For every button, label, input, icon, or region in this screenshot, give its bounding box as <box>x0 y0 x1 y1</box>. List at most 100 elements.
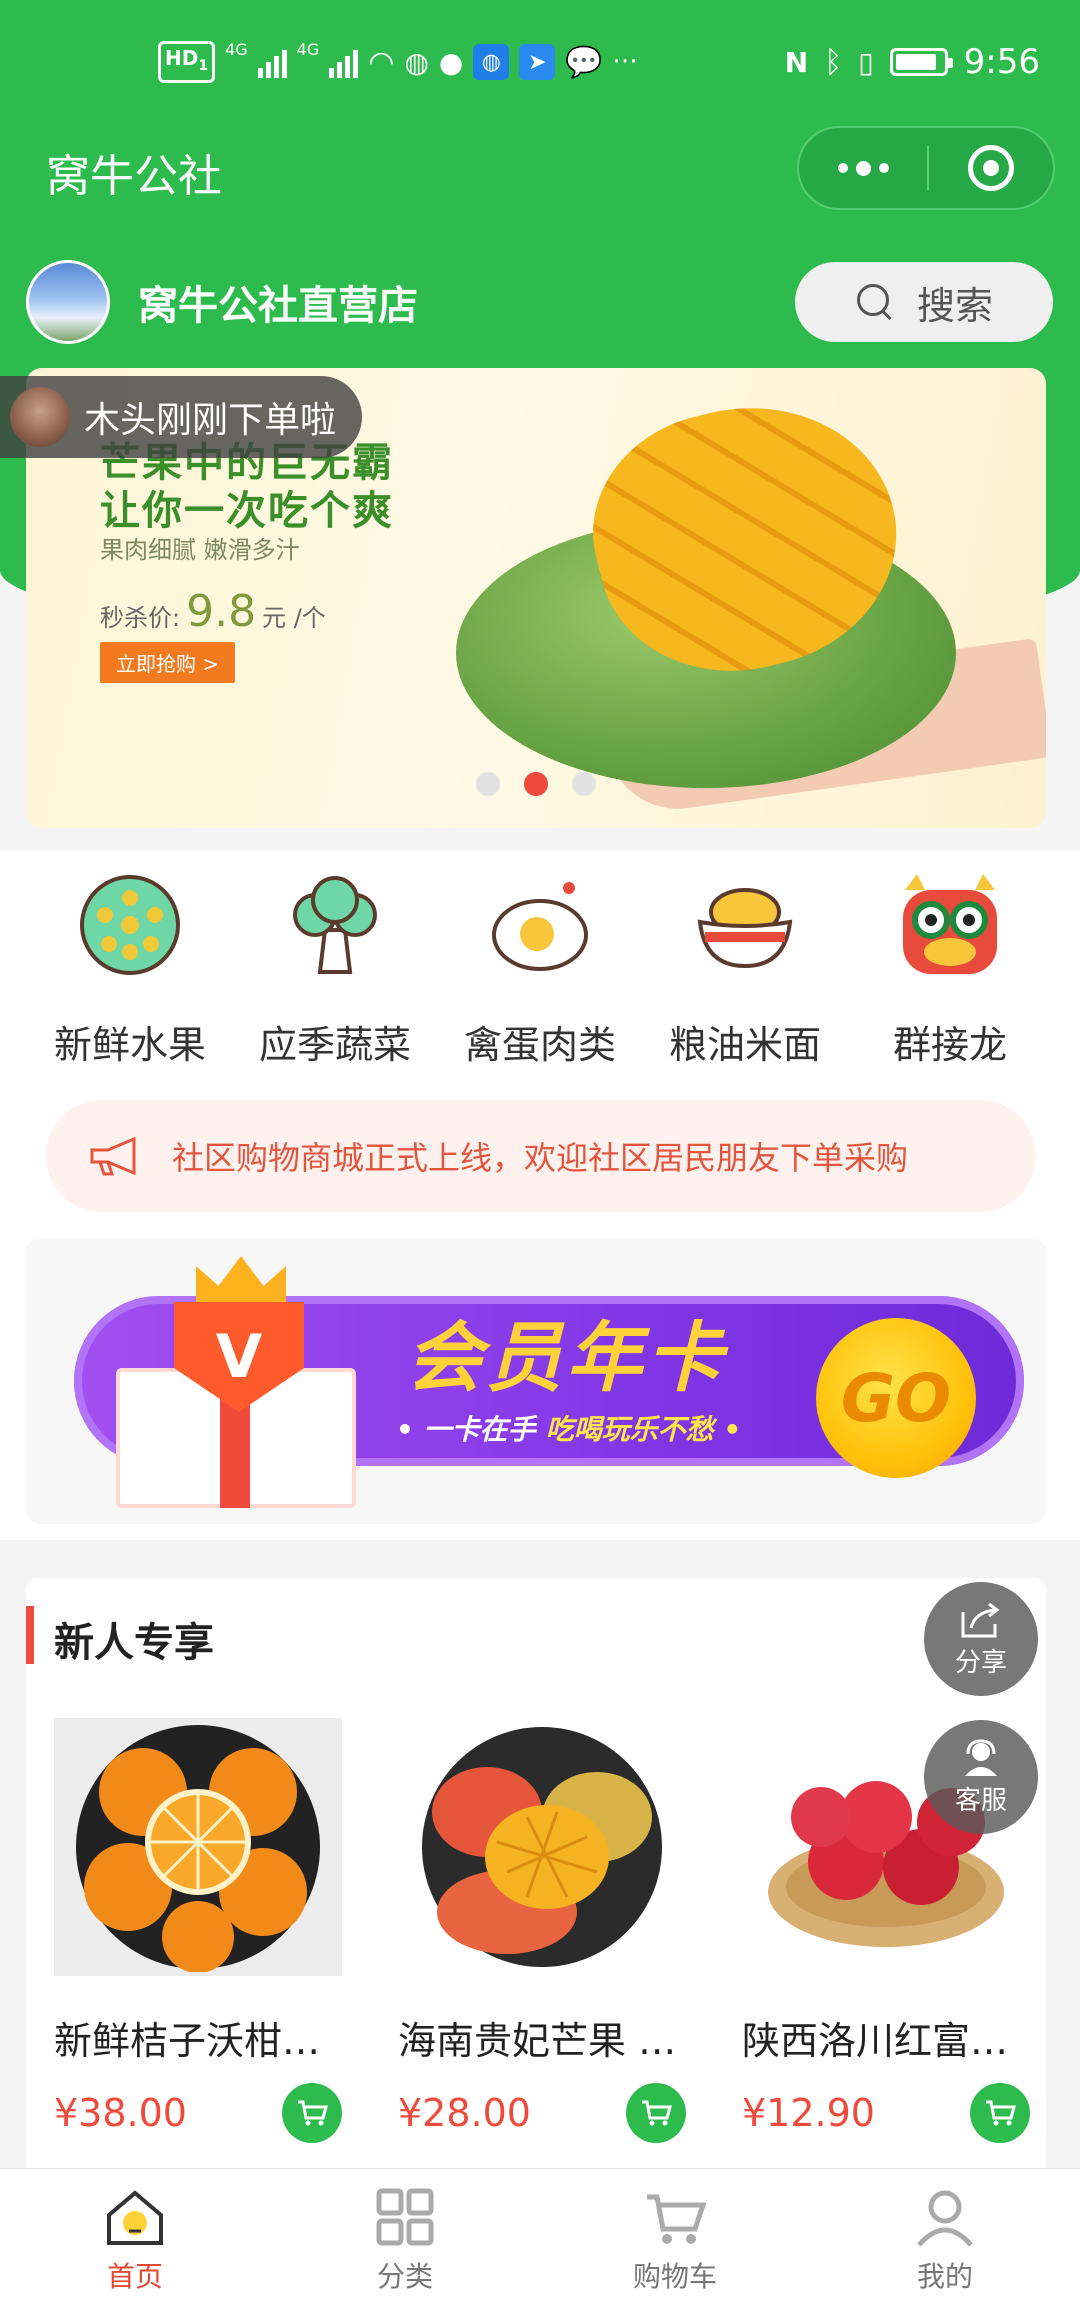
signal-icon <box>257 46 287 78</box>
search-icon <box>855 282 895 322</box>
broccoli-icon <box>293 876 377 974</box>
order-toast: 木头刚刚下单啦 <box>0 376 363 458</box>
cart-icon <box>647 2194 707 2244</box>
add-to-cart-button[interactable] <box>626 2083 686 2143</box>
banner-price-value: 9.8 <box>186 586 257 637</box>
signal-4g-label-2: 4G <box>296 40 320 59</box>
share-button[interactable]: 分享 <box>924 1582 1038 1696</box>
cart-icon <box>986 2100 1016 2126</box>
more-notifications-icon: ··· <box>612 47 638 77</box>
search-label: 搜索 <box>916 283 993 328</box>
shop-header: 窝牛公社直营店 <box>26 260 418 344</box>
banner-headline-2: 让你一次吃个爽 <box>100 488 394 534</box>
more-menu-icon[interactable] <box>799 128 927 208</box>
shop-name[interactable]: 窝牛公社直营店 <box>138 273 418 331</box>
shop-avatar[interactable] <box>26 260 110 344</box>
hd-badge: HD1 <box>158 41 216 83</box>
member-card-banner[interactable]: V 会员年卡 • 一卡在手 吃喝玩乐不愁 • GO <box>26 1238 1046 1524</box>
crown-icon <box>196 1256 286 1306</box>
member-card-slogan: • 一卡在手 吃喝玩乐不愁 • <box>396 1408 741 1448</box>
banner-pagination <box>26 772 1046 796</box>
lotus-root-icon <box>80 875 180 975</box>
mangoes-plate-image <box>422 1727 662 1967</box>
customer-service-button[interactable]: 客服 <box>924 1720 1038 1834</box>
qq-icon: ● <box>438 45 464 79</box>
app-notification-icon: ◍ <box>473 44 510 80</box>
tab-cart[interactable]: 购物车 <box>540 2169 810 2310</box>
category-fresh-fruit[interactable]: 新鲜水果 <box>30 870 230 1069</box>
status-bar: HD1 4G 4G ◠ ◍ ● ◍ ➤ 💬 ··· N ᛒ ▯ 9:56 <box>0 0 1080 120</box>
add-to-cart-button[interactable] <box>282 2083 342 2143</box>
target-icon <box>968 145 1014 191</box>
new-user-section: 新人专享 新鲜桔子沃柑… ¥38.00 海南贵妃芒果 … ¥28.00 陕西洛川… <box>26 1578 1046 2178</box>
status-time: 9:56 <box>963 42 1040 82</box>
status-left: HD1 4G 4G ◠ ◍ ● ◍ ➤ 💬 ··· <box>158 40 637 84</box>
product-name: 海南贵妃芒果 … <box>398 2019 677 2063</box>
banner-dot[interactable] <box>476 772 500 796</box>
category-label: 应季蔬菜 <box>258 1023 411 1067</box>
product-price: ¥38.00 <box>54 2091 187 2135</box>
tab-label: 我的 <box>916 2259 973 2293</box>
signal-icon <box>329 46 359 78</box>
service-label: 客服 <box>954 1785 1007 1816</box>
signal-4g-label-1: 4G <box>225 40 248 59</box>
banner-dot[interactable] <box>572 772 596 796</box>
member-card-section: V 会员年卡 • 一卡在手 吃喝玩乐不愁 • GO <box>0 1220 1080 1540</box>
search-button[interactable]: 搜索 <box>795 262 1053 342</box>
egg-icon <box>492 882 588 971</box>
product-card[interactable]: 海南贵妃芒果 … ¥28.00 <box>398 1718 686 2143</box>
user-icon <box>917 2190 973 2247</box>
category-seasonal-vegetables[interactable]: 应季蔬菜 <box>235 870 435 1069</box>
section-title: 新人专享 <box>54 1620 214 1666</box>
product-price: ¥12.90 <box>742 2091 875 2135</box>
member-go-button[interactable]: GO <box>816 1318 976 1478</box>
cart-icon <box>642 2100 672 2126</box>
message-icon: 💬 <box>565 44 603 80</box>
tab-label: 首页 <box>106 2259 163 2293</box>
banner-price-unit: 元 /个 <box>262 604 326 632</box>
section-accent-bar <box>26 1606 34 1664</box>
product-card[interactable]: 新鲜桔子沃柑… ¥38.00 <box>54 1718 342 2143</box>
product-footer: ¥12.90 <box>742 2083 1030 2143</box>
tab-home[interactable]: 首页 <box>0 2169 270 2310</box>
category-row: 新鲜水果 应季蔬菜 禽蛋肉类 粮油米面 群接龙 <box>0 850 1080 1110</box>
bottom-tab-bar: 首页 分类 购物车 我的 <box>0 2168 1080 2310</box>
product-price: ¥28.00 <box>398 2091 531 2135</box>
bluetooth-icon: ᛒ <box>824 44 843 80</box>
mango-image[interactable] <box>398 1718 686 1976</box>
status-right: N ᛒ ▯ 9:56 <box>785 38 1040 86</box>
slogan-part-2: 吃喝玩乐不愁 • <box>545 1413 742 1446</box>
close-miniprogram-button[interactable] <box>929 145 1053 191</box>
category-label: 群接龙 <box>892 1023 1007 1067</box>
product-name: 陕西洛川红富… <box>742 2019 1009 2063</box>
tab-label: 购物车 <box>632 2259 717 2293</box>
banner-price-prefix: 秒杀价: <box>100 604 181 632</box>
mandarin-oranges-image[interactable] <box>54 1718 342 1976</box>
banner-subtitle: 果肉细腻 嫩滑多汁 <box>100 536 300 564</box>
add-to-cart-button[interactable] <box>970 2083 1030 2143</box>
tab-label: 分类 <box>376 2259 433 2293</box>
banner-dot-active[interactable] <box>524 772 548 796</box>
tab-category[interactable]: 分类 <box>270 2169 540 2310</box>
category-label: 粮油米面 <box>668 1023 821 1067</box>
app-notification-icon: ➤ <box>519 44 556 80</box>
banner-price: 秒杀价: 9.8 元 /个 <box>100 586 326 637</box>
product-footer: ¥38.00 <box>54 2083 342 2143</box>
lion-dance-icon <box>903 874 997 974</box>
banner-buy-button[interactable]: 立即抢购 > <box>100 642 236 683</box>
category-group-buy[interactable]: 群接龙 <box>850 870 1050 1069</box>
category-grain-oil[interactable]: 粮油米面 <box>645 870 845 1069</box>
toast-avatar <box>10 387 70 447</box>
announcement-bar[interactable]: 社区购物商城正式上线，欢迎社区居民朋友下单采购 <box>46 1100 1036 1212</box>
miniprogram-capsule <box>797 126 1055 210</box>
product-footer: ¥28.00 <box>398 2083 686 2143</box>
page-title: 窝牛公社 <box>46 151 222 202</box>
category-label: 禽蛋肉类 <box>463 1023 616 1067</box>
toast-text: 木头刚刚下单啦 <box>84 400 337 441</box>
product-name: 新鲜桔子沃柑… <box>54 2019 321 2063</box>
tab-profile[interactable]: 我的 <box>810 2169 1080 2310</box>
nfc-icon: N <box>784 45 809 79</box>
headset-icon <box>965 1738 997 1776</box>
notice-section: 社区购物商城正式上线，欢迎社区居民朋友下单采购 <box>0 1100 1080 1220</box>
category-eggs-meat[interactable]: 禽蛋肉类 <box>440 870 640 1069</box>
